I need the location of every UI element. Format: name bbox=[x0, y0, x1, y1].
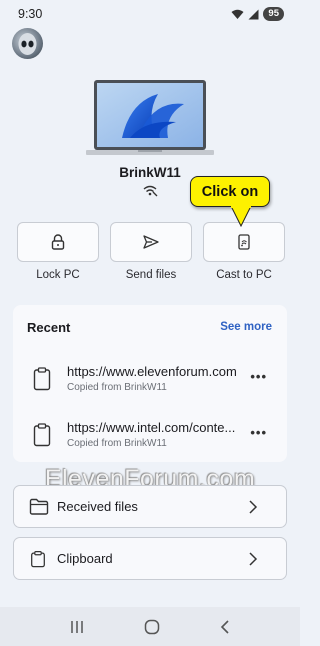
lock-pc-button[interactable] bbox=[17, 222, 99, 262]
send-files-button[interactable] bbox=[110, 222, 192, 262]
recent-title: Recent bbox=[27, 320, 71, 335]
clipboard-label: Clipboard bbox=[57, 551, 113, 566]
clip-source: Copied from BrinkW11 bbox=[67, 382, 167, 393]
cast-to-pc-button[interactable] bbox=[203, 222, 285, 262]
avatar[interactable] bbox=[12, 28, 43, 59]
folder-icon bbox=[29, 498, 49, 515]
callout-arrow-icon bbox=[230, 206, 252, 228]
see-more-link[interactable]: See more bbox=[220, 321, 272, 333]
clipboard-icon bbox=[31, 551, 45, 568]
cell-signal-icon bbox=[248, 9, 259, 19]
battery-indicator: 95 bbox=[263, 7, 284, 21]
clipboard-row[interactable]: Clipboard bbox=[13, 537, 287, 580]
more-options-icon[interactable]: ••• bbox=[250, 425, 267, 440]
clip-url: https://www.elevenforum.com bbox=[67, 364, 237, 379]
send-files-label: Send files bbox=[125, 269, 177, 281]
status-bar: 9:30 95 bbox=[0, 0, 300, 28]
lock-icon bbox=[51, 234, 65, 250]
laptop-illustration bbox=[86, 80, 214, 155]
more-options-icon[interactable]: ••• bbox=[250, 369, 267, 384]
connection-icon bbox=[143, 185, 158, 197]
recent-card: Recent See more https://www.elevenforum.… bbox=[13, 305, 287, 462]
clipboard-icon bbox=[33, 423, 51, 447]
avatar-image bbox=[18, 33, 37, 55]
list-item[interactable]: https://www.elevenforum.com Copied from … bbox=[13, 359, 287, 403]
system-nav-bar bbox=[0, 607, 300, 646]
cast-icon bbox=[238, 234, 250, 250]
wifi-signal-icon bbox=[231, 9, 244, 19]
send-icon bbox=[143, 235, 159, 249]
back-icon[interactable] bbox=[219, 619, 231, 634]
received-files-row[interactable]: Received files bbox=[13, 485, 287, 528]
clipboard-icon bbox=[33, 367, 51, 391]
cast-to-pc-label: Cast to PC bbox=[216, 269, 272, 281]
status-time: 9:30 bbox=[18, 7, 43, 21]
list-item[interactable]: https://www.intel.com/conte... Copied fr… bbox=[13, 415, 287, 459]
received-files-label: Received files bbox=[57, 499, 138, 514]
callout-annotation: Click on bbox=[190, 176, 270, 207]
lock-pc-label: Lock PC bbox=[36, 269, 80, 281]
chevron-right-icon bbox=[249, 500, 258, 514]
clip-url: https://www.intel.com/conte... bbox=[67, 420, 236, 435]
chevron-right-icon bbox=[249, 552, 258, 566]
recent-apps-icon[interactable] bbox=[69, 620, 85, 634]
clip-source: Copied from BrinkW11 bbox=[67, 438, 167, 449]
home-icon[interactable] bbox=[144, 619, 160, 635]
